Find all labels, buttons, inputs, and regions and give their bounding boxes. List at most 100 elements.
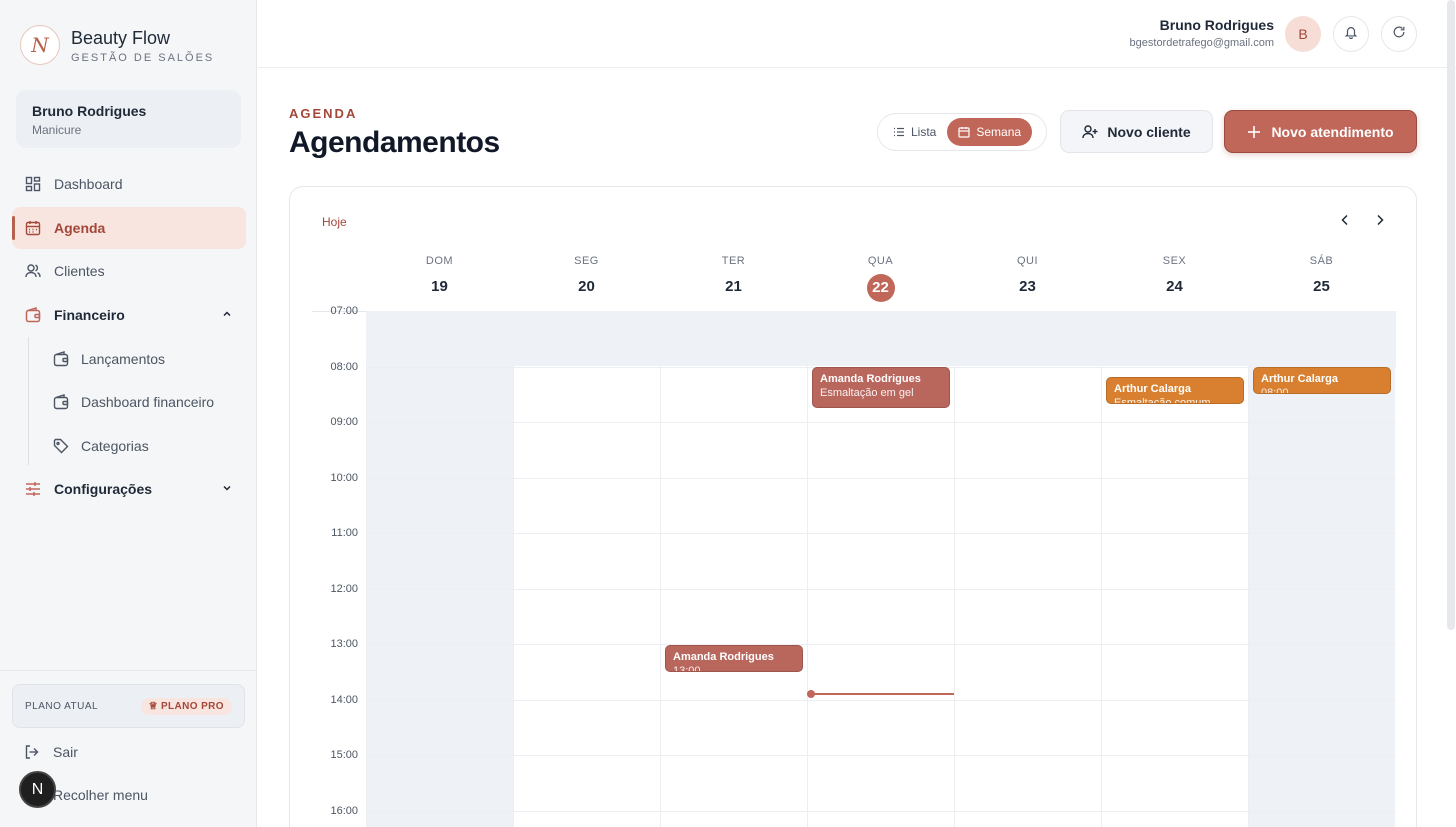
- day-name: QUI: [1016, 255, 1039, 267]
- next-week-button[interactable]: [1370, 212, 1390, 232]
- sidebar-item-label: Configurações: [54, 481, 153, 497]
- sidebar-subitem-lancamentos[interactable]: Lançamentos: [42, 339, 242, 379]
- new-client-button[interactable]: Novo cliente: [1060, 110, 1213, 153]
- today-date-badge: 22: [807, 274, 954, 302]
- day-column[interactable]: [660, 311, 807, 827]
- day-column[interactable]: [954, 311, 1101, 827]
- day-header-sex[interactable]: SEX 24: [1101, 255, 1248, 300]
- event-title: Arthur Calarga: [1114, 383, 1192, 395]
- sidebar-subitem-dashboard-financeiro[interactable]: Dashboard financeiro: [42, 382, 242, 422]
- view-week-option[interactable]: Semana: [947, 118, 1033, 146]
- time-label: 16:00: [330, 804, 358, 817]
- time-label: 15:00: [330, 749, 358, 761]
- day-header-sáb[interactable]: SÁB 25: [1248, 255, 1395, 300]
- today-button[interactable]: Hoje: [322, 215, 347, 229]
- day-column[interactable]: [513, 311, 660, 827]
- topbar-user-name: Bruno Rodrigues: [1159, 17, 1274, 33]
- page-eyebrow: AGENDA: [289, 106, 358, 121]
- appointment-event[interactable]: Arthur Calarga 08:00: [1253, 367, 1391, 394]
- user-card-role: Manicure: [32, 123, 82, 137]
- refresh-icon: [1392, 25, 1406, 44]
- user-avatar[interactable]: B: [1285, 16, 1321, 52]
- day-header-dom[interactable]: DOM 19: [366, 255, 513, 300]
- sidebar-subitem-categorias[interactable]: Categorias: [42, 426, 242, 466]
- sidebar-item-label: Clientes: [54, 263, 105, 279]
- time-label: 11:00: [331, 527, 358, 539]
- users-icon: [25, 263, 41, 279]
- logout-button[interactable]: Sair: [24, 744, 78, 760]
- day-header-seg[interactable]: SEG 20: [513, 255, 660, 300]
- sidebar-item-agenda[interactable]: Agenda: [12, 207, 246, 249]
- event-subtitle: Esmaltação comum: [1114, 397, 1211, 404]
- hour-line: [366, 588, 1396, 590]
- day-header-ter[interactable]: TER 21: [660, 255, 807, 300]
- brand-name: Beauty Flow: [71, 27, 171, 48]
- day-header-qua[interactable]: QUA 22: [807, 255, 954, 302]
- user-card[interactable]: Bruno Rodrigues Manicure: [16, 90, 241, 148]
- appointment-event[interactable]: Amanda Rodrigues 13:00: [665, 645, 803, 672]
- time-label: 07:00: [330, 305, 358, 317]
- collapse-menu-button[interactable]: Recolher menu: [53, 787, 148, 803]
- chevron-up-icon: [222, 309, 232, 322]
- day-header-qui[interactable]: QUI 23: [954, 255, 1101, 300]
- sidebar-item-label: Agenda: [54, 220, 106, 236]
- topbar-user-email: bgestordetrafego@gmail.com: [1129, 37, 1274, 49]
- event-title: Arthur Calarga: [1261, 373, 1339, 385]
- view-week-label: Semana: [976, 125, 1022, 139]
- page-title: Agendamentos: [289, 126, 500, 159]
- floating-avatar[interactable]: N: [19, 771, 56, 808]
- day-name: SÁB: [1309, 255, 1334, 267]
- page-scrollbar[interactable]: [1447, 0, 1455, 630]
- new-appointment-button[interactable]: Novo atendimento: [1224, 110, 1417, 153]
- brand[interactable]: N Beauty Flow GESTÃO DE SALÕES: [20, 25, 214, 65]
- event-title: Amanda Rodrigues: [820, 373, 921, 385]
- plan-label: PLANO ATUAL: [25, 700, 99, 712]
- hour-line: [366, 699, 1396, 701]
- view-toggle: Lista Semana: [877, 113, 1047, 151]
- tag-icon: [53, 438, 69, 454]
- sidebar-item-clientes[interactable]: Clientes: [12, 250, 246, 292]
- dashboard-icon: [25, 176, 41, 192]
- sidebar-subitem-label: Categorias: [81, 438, 149, 454]
- wallet-icon: [53, 394, 69, 410]
- wallet-icon: [53, 351, 69, 367]
- hour-line: [366, 422, 1396, 423]
- plan-badge: ♕ PLANO PRO: [140, 697, 232, 715]
- day-date: 19: [431, 278, 448, 295]
- chevron-down-icon: [222, 483, 232, 496]
- view-list-label: Lista: [911, 125, 937, 139]
- event-subtitle: 13:00: [673, 665, 701, 672]
- current-time-line: [807, 693, 954, 695]
- current-time-dot: [807, 690, 815, 698]
- notifications-button[interactable]: [1333, 16, 1369, 52]
- new-client-label: Novo cliente: [1107, 123, 1191, 140]
- sidebar-subitem-label: Lançamentos: [81, 351, 166, 367]
- appointment-event[interactable]: Arthur Calarga Esmaltação comum: [1106, 377, 1244, 404]
- logout-icon: [24, 744, 40, 760]
- chevron-right-icon: [1375, 213, 1385, 231]
- day-date: 20: [578, 278, 595, 295]
- hour-line: [366, 533, 1396, 534]
- sidebar-group-financeiro[interactable]: Financeiro: [12, 294, 246, 336]
- appointment-event[interactable]: Amanda Rodrigues Esmaltação em gel: [812, 367, 950, 408]
- plan-card: PLANO ATUAL ♕ PLANO PRO: [12, 684, 245, 728]
- day-column[interactable]: [366, 311, 513, 827]
- day-name: QUA: [867, 255, 894, 267]
- topbar-user: Bruno Rodrigues bgestordetrafego@gmail.c…: [1130, 17, 1274, 49]
- brand-subtitle: GESTÃO DE SALÕES: [71, 51, 215, 64]
- time-label: 12:00: [330, 582, 358, 595]
- new-appointment-label: Novo atendimento: [1271, 123, 1394, 140]
- hour-line: [366, 810, 1396, 812]
- hour-line: [366, 644, 1396, 645]
- time-label: 08:00: [330, 360, 358, 373]
- prev-week-button[interactable]: [1335, 212, 1355, 232]
- view-list-option[interactable]: Lista: [882, 118, 947, 146]
- user-plus-icon: [1082, 124, 1098, 140]
- day-date: 21: [725, 278, 742, 295]
- day-date: 23: [1019, 278, 1036, 295]
- sidebar-subitem-label: Dashboard financeiro: [81, 394, 215, 410]
- sidebar-group-configuracoes[interactable]: Configurações: [12, 468, 246, 510]
- refresh-button[interactable]: [1381, 16, 1417, 52]
- calendar-icon: [25, 220, 41, 236]
- sidebar-item-dashboard[interactable]: Dashboard: [12, 163, 246, 205]
